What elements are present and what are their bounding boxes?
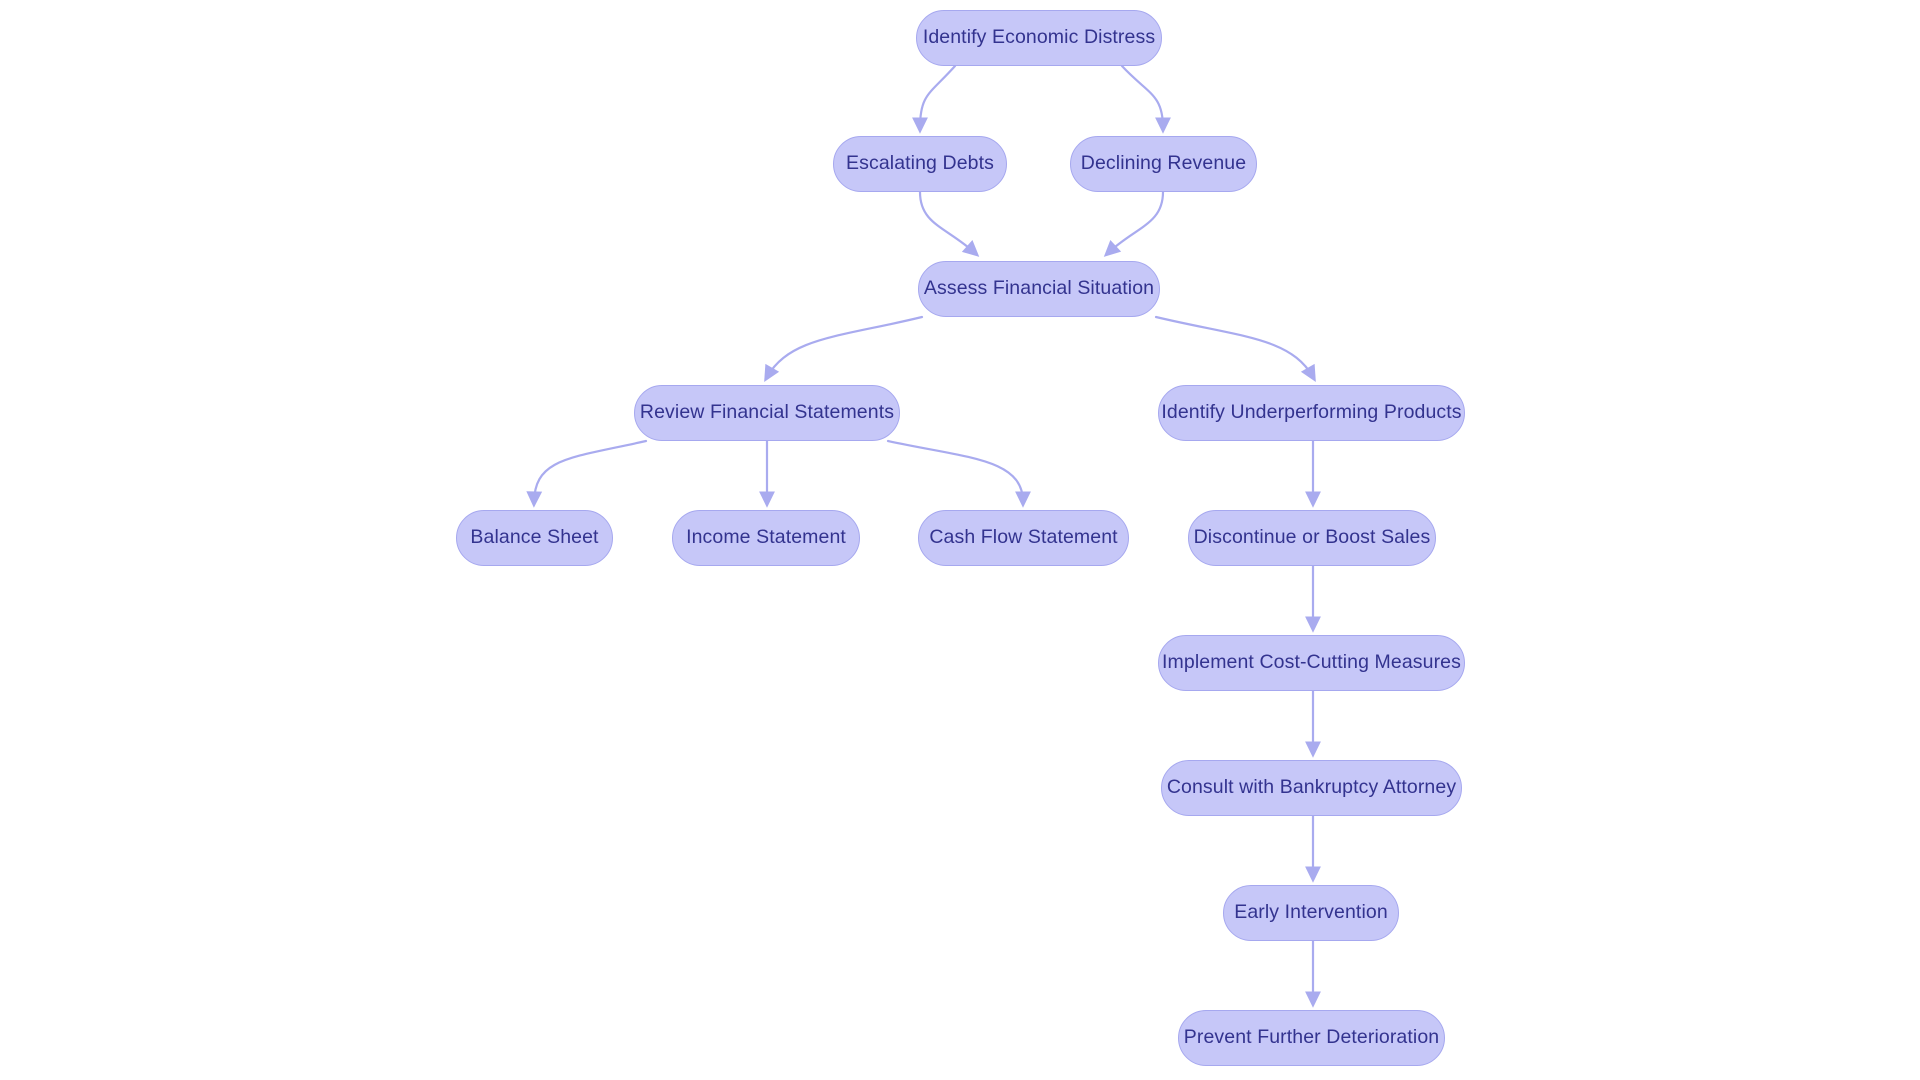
edge-assess-financial-situation-to-review-financial-statements: [764, 315, 924, 382]
node-label-early-intervention: Early Intervention: [1234, 901, 1388, 924]
node-balance-sheet[interactable]: Balance Sheet: [456, 510, 613, 566]
node-label-implement-cost-cutting-measures: Implement Cost-Cutting Measures: [1162, 651, 1461, 674]
node-income-statement[interactable]: Income Statement: [672, 510, 860, 566]
edge-review-financial-statements-to-balance-sheet: [526, 439, 648, 508]
node-label-discontinue-or-boost-sales: Discontinue or Boost Sales: [1193, 526, 1431, 549]
edge-declining-revenue-to-assess-financial-situation: [1103, 190, 1165, 257]
node-early-intervention[interactable]: Early Intervention: [1223, 885, 1399, 941]
edge-identify-economic-distress-to-declining-revenue: [1120, 64, 1171, 134]
node-review-financial-statements[interactable]: Review Financial Statements: [634, 385, 900, 441]
node-label-balance-sheet: Balance Sheet: [470, 526, 599, 549]
node-label-identify-economic-distress: Identify Economic Distress: [922, 26, 1156, 49]
flowchart-canvas: Identify Economic Distress Escalating Deb…: [0, 0, 1920, 1080]
node-label-identify-underperforming-products: Identify Underperforming Products: [1161, 401, 1462, 424]
node-consult-with-bankruptcy-attorney[interactable]: Consult with Bankruptcy Attorney: [1161, 760, 1462, 816]
node-label-assess-financial-situation: Assess Financial Situation: [923, 277, 1155, 300]
edge-escalating-debts-to-assess-financial-situation: [918, 190, 980, 257]
node-identify-underperforming-products[interactable]: Identify Underperforming Products: [1158, 385, 1465, 441]
node-discontinue-or-boost-sales[interactable]: Discontinue or Boost Sales: [1188, 510, 1436, 566]
node-implement-cost-cutting-measures[interactable]: Implement Cost-Cutting Measures: [1158, 635, 1465, 691]
node-label-escalating-debts: Escalating Debts: [846, 152, 994, 175]
node-label-cash-flow-statement: Cash Flow Statement: [929, 526, 1118, 549]
node-label-prevent-further-deterioration: Prevent Further Deterioration: [1183, 1026, 1440, 1049]
node-declining-revenue[interactable]: Declining Revenue: [1070, 136, 1257, 192]
edge-review-financial-statements-to-cash-flow-statement: [886, 439, 1031, 508]
edge-identify-economic-distress-to-escalating-debts: [912, 64, 957, 134]
node-cash-flow-statement[interactable]: Cash Flow Statement: [918, 510, 1129, 566]
node-label-review-financial-statements: Review Financial Statements: [639, 401, 895, 424]
node-escalating-debts[interactable]: Escalating Debts: [833, 136, 1007, 192]
node-label-declining-revenue: Declining Revenue: [1080, 152, 1247, 175]
edge-assess-financial-situation-to-identify-underperforming-products: [1154, 315, 1316, 382]
node-assess-financial-situation[interactable]: Assess Financial Situation: [918, 261, 1160, 317]
node-prevent-further-deterioration[interactable]: Prevent Further Deterioration: [1178, 1010, 1445, 1066]
node-identify-economic-distress[interactable]: Identify Economic Distress: [916, 10, 1162, 66]
node-label-income-statement: Income Statement: [686, 526, 846, 549]
node-label-consult-with-bankruptcy-attorney: Consult with Bankruptcy Attorney: [1166, 776, 1457, 799]
